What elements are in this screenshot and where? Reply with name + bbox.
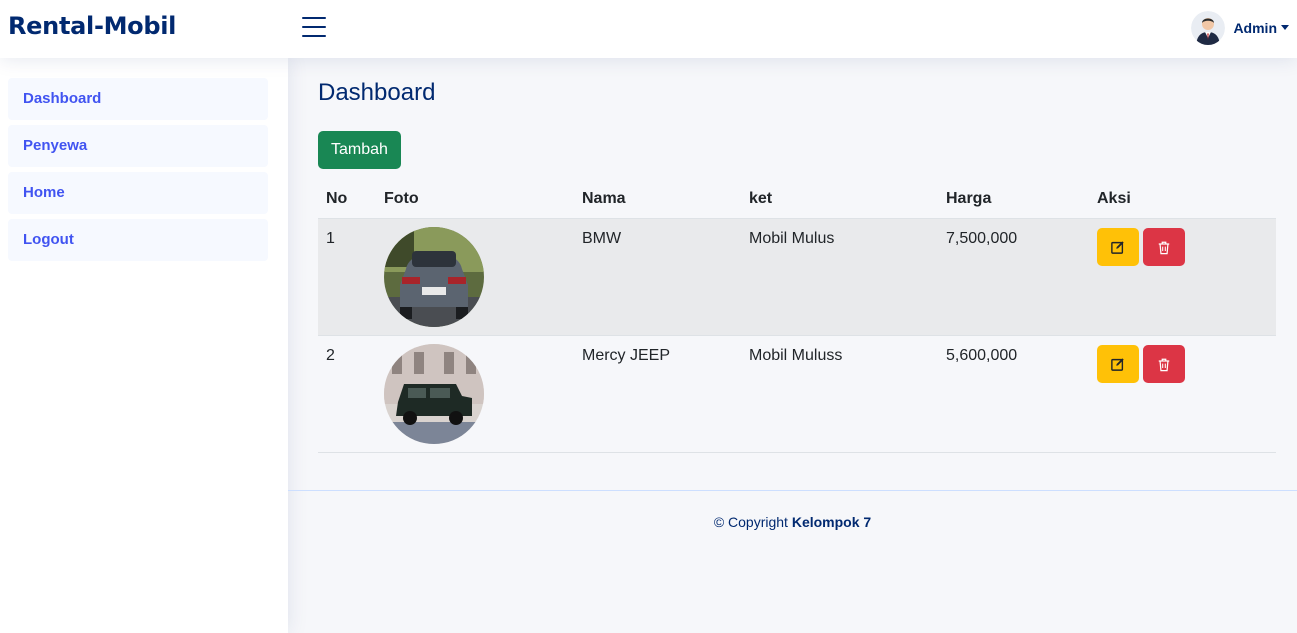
car-table: No Foto Nama ket Harga Aksi 1 BMW Mobil … [318,179,1276,453]
delete-button[interactable] [1143,228,1185,266]
copyright-prefix: © Copyright [713,514,788,530]
table-row: 1 BMW Mobil Mulus 7,500,000 [318,219,1276,336]
row-price: 5,600,000 [946,347,1018,364]
row-photo-cell [384,336,582,452]
page-title: Dashboard [318,79,436,106]
copyright-text: © Copyright Kelompok 7 [288,514,1297,530]
main-content: Dashboard Tambah No Foto Nama ket Harga … [288,58,1297,633]
trash-icon [1158,241,1170,254]
row-description: Mobil Muluss [749,347,843,364]
table-header: No Foto Nama ket Harga Aksi [318,179,1276,219]
row-number: 2 [326,347,335,364]
row-actions [1097,336,1276,452]
column-header-harga: Harga [946,189,992,207]
car-photo [384,227,484,327]
column-header-foto: Foto [384,189,419,207]
edit-button[interactable] [1097,228,1139,266]
column-header-no: No [326,189,348,207]
top-header: Rental-Mobil Admin [0,0,1297,58]
sidebar-item-home[interactable]: Home [8,172,268,214]
row-actions [1097,219,1276,335]
footer: © Copyright Kelompok 7 [288,490,1297,633]
pencil-square-icon [1111,241,1124,254]
copyright-owner: Kelompok 7 [791,514,872,530]
trash-icon [1158,358,1170,371]
profile-name: Admin [1233,20,1277,36]
sidebar-item-dashboard[interactable]: Dashboard [8,78,268,120]
delete-button[interactable] [1143,345,1185,383]
brand-logo[interactable]: Rental-Mobil [8,12,176,40]
chevron-down-icon [1281,24,1289,30]
add-button[interactable]: Tambah [318,131,401,169]
edit-button[interactable] [1097,345,1139,383]
profile-dropdown[interactable]: Admin [1191,11,1289,45]
sidebar-item-logout[interactable]: Logout [8,219,268,261]
row-name: BMW [582,230,622,247]
row-price: 7,500,000 [946,230,1018,247]
column-header-aksi: Aksi [1097,189,1131,207]
column-header-nama: Nama [582,189,626,207]
table-row: 2 Mercy JEEP Mobil Muluss 5,600,000 [318,336,1276,453]
row-description: Mobil Mulus [749,230,835,247]
avatar [1191,11,1226,45]
sidebar: Dashboard Penyewa Home Logout [0,58,288,633]
row-number: 1 [326,230,335,247]
column-header-ket: ket [749,189,773,207]
pencil-square-icon [1111,358,1124,371]
car-photo [384,344,484,444]
row-photo-cell [384,219,582,335]
sidebar-item-penyewa[interactable]: Penyewa [8,125,268,167]
hamburger-icon[interactable] [302,17,326,39]
row-name: Mercy JEEP [582,347,671,364]
